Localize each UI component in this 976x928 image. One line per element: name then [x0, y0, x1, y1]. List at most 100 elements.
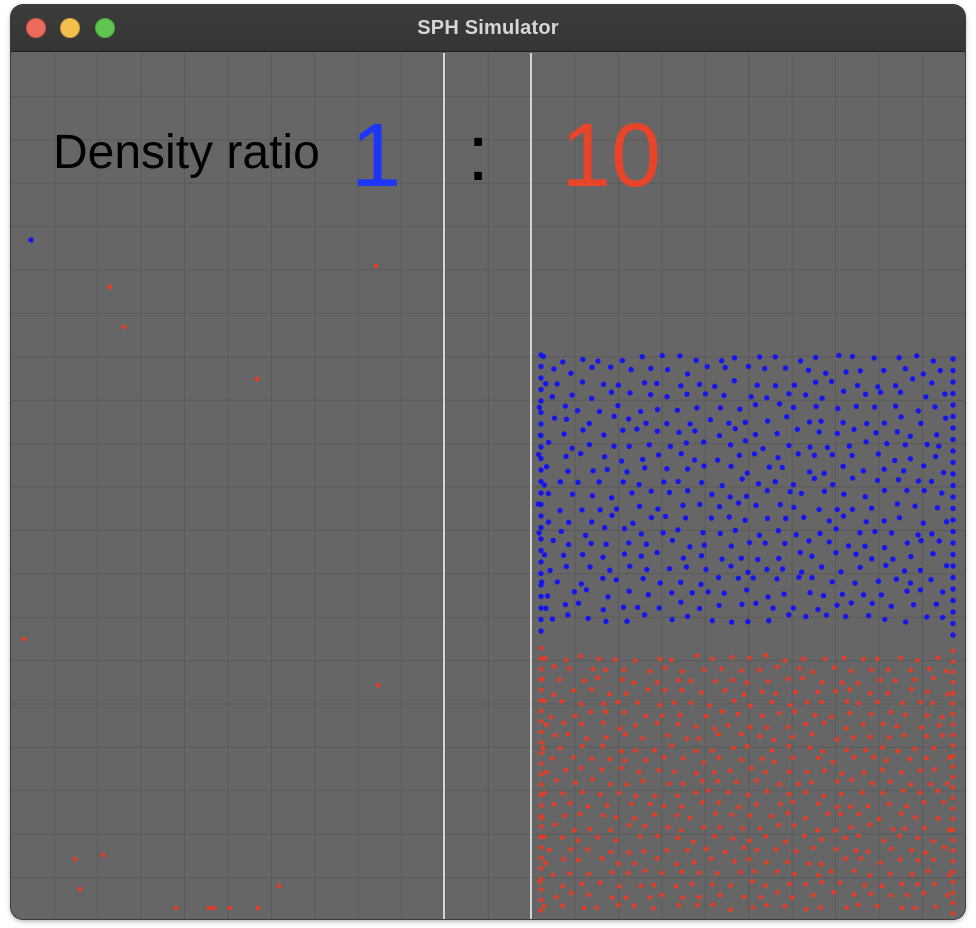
heavy-fluid-particle — [730, 836, 736, 841]
heavy-fluid-particle — [909, 848, 915, 853]
light-fluid-particle — [561, 431, 567, 437]
light-fluid-particle — [554, 579, 560, 585]
heavy-fluid-particle — [950, 858, 956, 864]
heavy-fluid-particle — [617, 790, 622, 796]
light-fluid-particle — [845, 543, 852, 549]
light-fluid-particle — [881, 545, 888, 551]
light-fluid-particle — [615, 382, 622, 388]
heavy-fluid-particle — [603, 709, 608, 715]
light-fluid-particle — [829, 579, 835, 585]
light-fluid-particle — [687, 421, 693, 427]
light-fluid-particle — [600, 575, 606, 581]
heavy-fluid-particle — [674, 861, 679, 867]
window-title: SPH Simulator — [417, 17, 559, 39]
light-fluid-particle — [930, 358, 937, 364]
light-fluid-particle — [862, 543, 868, 549]
light-fluid-particle — [840, 463, 846, 469]
light-fluid-particle — [797, 549, 803, 556]
light-fluid-particle — [807, 590, 813, 596]
heavy-fluid-particle — [728, 907, 733, 912]
heavy-fluid-particle — [580, 789, 585, 795]
light-fluid-particle — [538, 386, 544, 393]
light-fluid-particle — [791, 382, 798, 388]
heavy-fluid-particle — [254, 376, 260, 382]
heavy-fluid-particle — [576, 857, 581, 863]
heavy-fluid-particle — [831, 665, 837, 670]
light-fluid-particle — [676, 429, 682, 436]
light-fluid-particle — [717, 530, 723, 537]
light-fluid-particle — [630, 520, 636, 526]
light-fluid-particle — [766, 464, 772, 470]
heavy-fluid-particle — [741, 692, 747, 697]
heavy-fluid-particle — [803, 882, 809, 887]
simulation-canvas[interactable]: Density ratio 1 : 10 — [11, 53, 965, 919]
heavy-fluid-particle — [600, 813, 606, 818]
light-fluid-particle — [757, 354, 763, 360]
heavy-fluid-particle — [950, 753, 956, 759]
light-fluid-particle — [812, 379, 819, 385]
heavy-fluid-particle — [932, 767, 937, 772]
heavy-fluid-particle — [946, 872, 952, 878]
light-fluid-particle — [707, 417, 714, 423]
heavy-fluid-particle — [375, 682, 381, 688]
heavy-fluid-particle — [907, 756, 913, 762]
heavy-fluid-particle — [834, 737, 840, 742]
heavy-fluid-particle — [868, 712, 874, 717]
heavy-fluid-particle — [662, 665, 668, 670]
heavy-fluid-particle — [598, 880, 603, 885]
heavy-fluid-particle — [804, 907, 809, 912]
light-fluid-particle — [538, 582, 544, 588]
light-fluid-particle — [728, 543, 734, 549]
light-fluid-particle — [846, 443, 852, 449]
light-fluid-particle — [575, 600, 582, 606]
heavy-fluid-particle — [671, 700, 677, 706]
title-bar[interactable]: SPH Simulator — [11, 5, 965, 52]
heavy-fluid-particle — [804, 769, 810, 775]
heavy-fluid-particle — [878, 860, 883, 865]
heavy-fluid-particle — [900, 701, 905, 706]
heavy-fluid-particle — [839, 771, 845, 776]
light-fluid-particle — [786, 391, 792, 397]
light-fluid-particle — [950, 448, 956, 454]
light-fluid-particle — [821, 488, 828, 494]
heavy-fluid-particle — [538, 887, 544, 892]
light-fluid-particle — [538, 501, 544, 508]
heavy-fluid-particle — [659, 893, 664, 898]
light-fluid-particle — [776, 555, 782, 562]
light-fluid-particle — [648, 514, 655, 521]
light-fluid-particle — [580, 356, 586, 363]
heavy-fluid-particle — [950, 911, 956, 916]
heavy-fluid-particle — [793, 849, 799, 854]
light-fluid-particle — [716, 504, 723, 510]
heavy-fluid-particle — [747, 703, 753, 708]
light-fluid-particle — [634, 604, 641, 610]
heavy-fluid-particle — [693, 748, 698, 754]
light-fluid-particle — [678, 579, 684, 586]
light-fluid-particle — [936, 443, 942, 449]
heavy-fluid-particle — [754, 847, 759, 853]
heavy-fluid-particle — [904, 804, 910, 809]
heavy-fluid-particle — [568, 847, 574, 852]
light-fluid-particle — [646, 442, 652, 448]
heavy-fluid-particle — [643, 757, 648, 763]
heavy-fluid-particle — [719, 666, 724, 671]
heavy-fluid-particle — [778, 801, 783, 807]
light-fluid-particle — [719, 483, 725, 489]
light-fluid-particle — [699, 479, 705, 486]
ratio-separator: : — [467, 108, 490, 197]
light-fluid-particle — [915, 478, 922, 484]
heavy-fluid-particle — [608, 849, 614, 855]
heavy-fluid-particle — [652, 747, 657, 753]
heavy-fluid-particle — [560, 903, 565, 908]
light-fluid-particle — [805, 367, 812, 373]
heavy-fluid-particle — [538, 761, 544, 766]
light-fluid-particle — [583, 587, 590, 593]
heavy-fluid-particle — [544, 722, 549, 727]
light-fluid-particle — [806, 419, 813, 425]
heavy-fluid-particle — [908, 667, 914, 673]
light-fluid-particle — [536, 530, 542, 536]
heavy-fluid-particle — [599, 856, 605, 861]
heavy-fluid-particle — [564, 657, 569, 663]
light-fluid-particle — [538, 409, 544, 416]
heavy-fluid-particle — [538, 645, 544, 651]
